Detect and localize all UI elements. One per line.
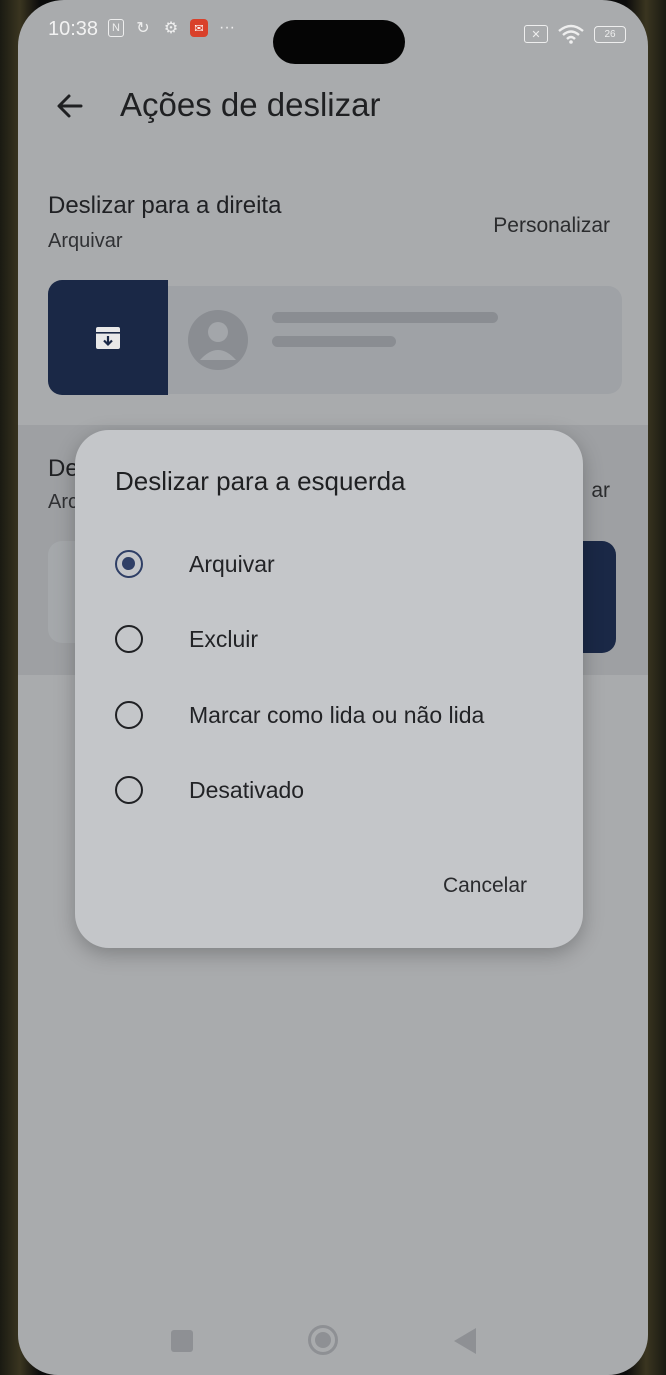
radio-icon[interactable] (115, 625, 143, 653)
arrow-left-icon (57, 94, 83, 118)
wifi-icon (558, 24, 584, 44)
preview-email-card (168, 286, 622, 394)
notification-icon: ✉ (190, 19, 208, 37)
archive-icon (96, 326, 120, 349)
radio-selected-icon[interactable] (115, 550, 143, 578)
swipe-right-title: Deslizar para a direita (48, 192, 282, 219)
status-bar: 10:38 N ↻ ⚙ ✉ ··· ✕ 26 (18, 12, 648, 64)
swipe-left-dialog: Deslizar para a esquerda Arquivar Exclui… (75, 430, 583, 948)
option-label: Arquivar (189, 550, 275, 577)
nfc-icon: N (108, 19, 124, 37)
swipe-right-section: Deslizar para a direita Arquivar Persona… (18, 180, 648, 420)
radio-icon[interactable] (115, 776, 143, 804)
customize-left-button[interactable]: ar (591, 479, 610, 503)
preview-line (272, 336, 396, 347)
radio-icon[interactable] (115, 701, 143, 729)
sync-icon: ↻ (136, 20, 150, 37)
option-arquivar[interactable]: Arquivar (115, 540, 555, 588)
back-icon[interactable] (454, 1328, 476, 1354)
status-icons-left: N ↻ ⚙ ✉ ··· (108, 18, 236, 38)
swipe-right-value: Arquivar (48, 230, 123, 252)
battery-level: 26 (604, 28, 616, 40)
dialog-title: Deslizar para a esquerda (115, 466, 406, 496)
status-time: 10:38 (48, 18, 99, 40)
preview-action-archive (48, 280, 168, 395)
status-icons-right: ✕ 26 (524, 24, 626, 44)
page-title: Ações de deslizar (120, 86, 381, 123)
option-excluir[interactable]: Excluir (115, 615, 555, 663)
sim-off-icon: ✕ (524, 25, 548, 43)
camera-notch (273, 20, 405, 64)
preview-line (272, 312, 498, 323)
home-icon[interactable] (308, 1325, 338, 1355)
navigation-bar (18, 1318, 648, 1368)
customize-right-button[interactable]: Personalizar (493, 214, 610, 238)
option-marcar-lida[interactable]: Marcar como lida ou não lida (115, 691, 555, 739)
option-label: Marcar como lida ou não lida (189, 701, 485, 728)
cancel-button[interactable]: Cancelar (443, 874, 527, 898)
gear-icon: ⚙ (163, 20, 179, 37)
option-desativado[interactable]: Desativado (115, 766, 555, 814)
app-header: Ações de deslizar (18, 80, 648, 140)
recent-apps-icon[interactable] (171, 1330, 193, 1352)
more-icon: ··· (219, 19, 235, 36)
avatar-icon (188, 310, 248, 370)
battery-icon: 26 (594, 25, 626, 43)
back-button[interactable] (50, 86, 90, 126)
swipe-right-preview (48, 280, 622, 395)
option-label: Desativado (189, 776, 305, 803)
option-label: Excluir (189, 625, 259, 652)
screen: 10:38 N ↻ ⚙ ✉ ··· ✕ 26 Ações de deslizar… (18, 0, 648, 1375)
swipe-left-value: Arc (48, 491, 78, 513)
